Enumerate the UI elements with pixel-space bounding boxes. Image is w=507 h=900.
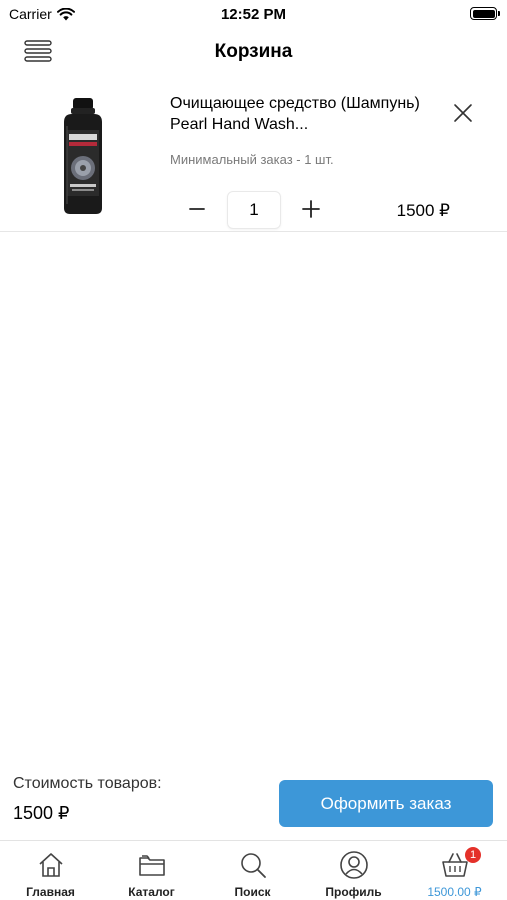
folder-icon: [138, 855, 165, 876]
battery-icon: [470, 7, 500, 20]
tab-catalog[interactable]: Каталог: [101, 841, 202, 900]
summary-total: 1500 ₽: [13, 803, 70, 823]
tab-cart[interactable]: 1 1500.00 ₽: [404, 841, 505, 900]
nav-bar: Корзина: [0, 30, 507, 74]
tab-catalog-label: Каталог: [128, 885, 175, 899]
tab-home[interactable]: Главная: [0, 841, 101, 900]
home-icon: [38, 853, 63, 877]
product-name[interactable]: Очищающее средство (Шампунь) Pearl Hand …: [170, 93, 440, 135]
tab-search[interactable]: Поиск: [202, 841, 303, 900]
product-bottle-image[interactable]: [48, 96, 118, 216]
tab-search-label: Поиск: [234, 885, 271, 899]
profile-icon: [339, 851, 368, 879]
tab-cart-label: 1500.00 ₽: [427, 885, 482, 899]
status-time: 12:52 PM: [220, 6, 287, 23]
checkout-button[interactable]: Оформить заказ: [279, 780, 493, 827]
search-icon: [240, 853, 266, 878]
close-icon: [454, 104, 472, 122]
increase-quantity-button[interactable]: [298, 196, 324, 222]
tab-bar: Главная Каталог Поиск Профиль 1 1500.00: [0, 840, 507, 900]
status-bar: Carrier 12:52 PM: [0, 0, 507, 28]
item-price: 1500 ₽: [396, 201, 450, 220]
cart-item[interactable]: Очищающее средство (Шампунь) Pearl Hand …: [0, 84, 507, 232]
cart-count-badge: 1: [465, 847, 481, 863]
min-order-note: Минимальный заказ - 1 шт.: [170, 152, 334, 167]
page-title: Корзина: [214, 41, 293, 62]
remove-item-button[interactable]: [450, 100, 476, 126]
tab-home-label: Главная: [26, 885, 75, 899]
order-summary: Стоимость товаров: 1500 ₽ Оформить заказ: [0, 770, 507, 840]
decrease-quantity-button[interactable]: [184, 196, 210, 222]
plus-icon: [302, 200, 320, 218]
quantity-field[interactable]: 1: [227, 191, 281, 229]
summary-label: Стоимость товаров:: [13, 775, 162, 792]
tab-profile-label: Профиль: [325, 885, 382, 899]
minus-icon: [189, 208, 205, 210]
tab-profile[interactable]: Профиль: [303, 841, 404, 900]
